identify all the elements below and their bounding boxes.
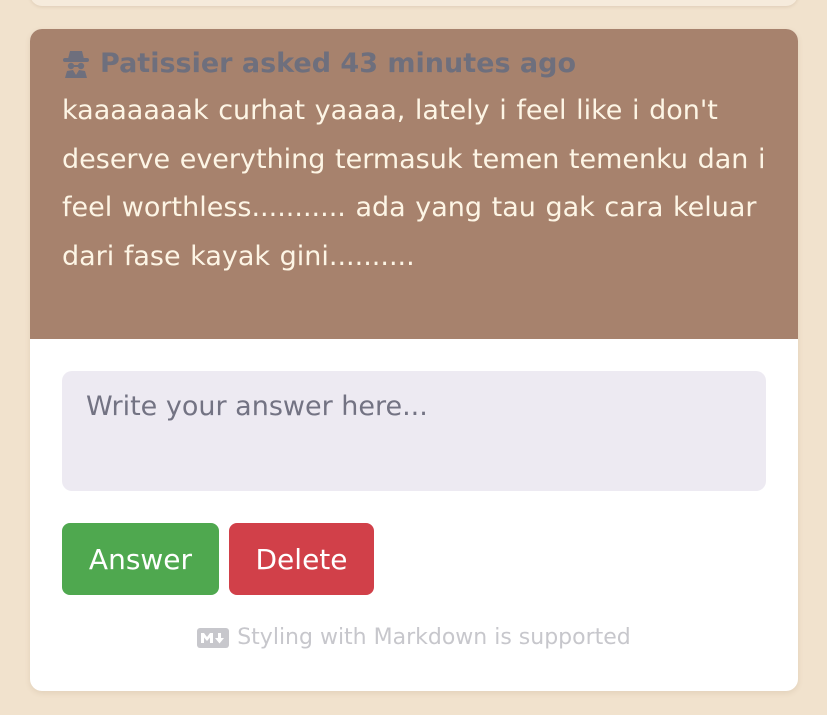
question-header: Patissier asked 43 minutes ago kaaaaaaak…: [30, 29, 798, 339]
markdown-hint: Styling with Markdown is supported: [62, 625, 766, 650]
question-text: kaaaaaaak curhat yaaaa, lately i feel li…: [62, 95, 766, 272]
delete-button[interactable]: Delete: [229, 523, 374, 595]
action-buttons: Answer Delete: [62, 523, 766, 595]
question-card: Patissier asked 43 minutes ago kaaaaaaak…: [30, 29, 798, 691]
answer-input[interactable]: [62, 371, 766, 491]
answer-button[interactable]: Answer: [62, 523, 219, 595]
previous-card-edge: [30, 0, 798, 6]
asker-text: Patissier asked 43 minutes ago: [100, 48, 577, 79]
asker-line: Patissier asked 43 minutes ago: [62, 45, 766, 83]
markdown-note: Styling with Markdown is supported: [237, 625, 631, 650]
spy-icon: [62, 49, 90, 79]
markdown-icon: [197, 627, 230, 648]
answer-section: Answer Delete Styling with Markdown is s…: [30, 339, 798, 650]
